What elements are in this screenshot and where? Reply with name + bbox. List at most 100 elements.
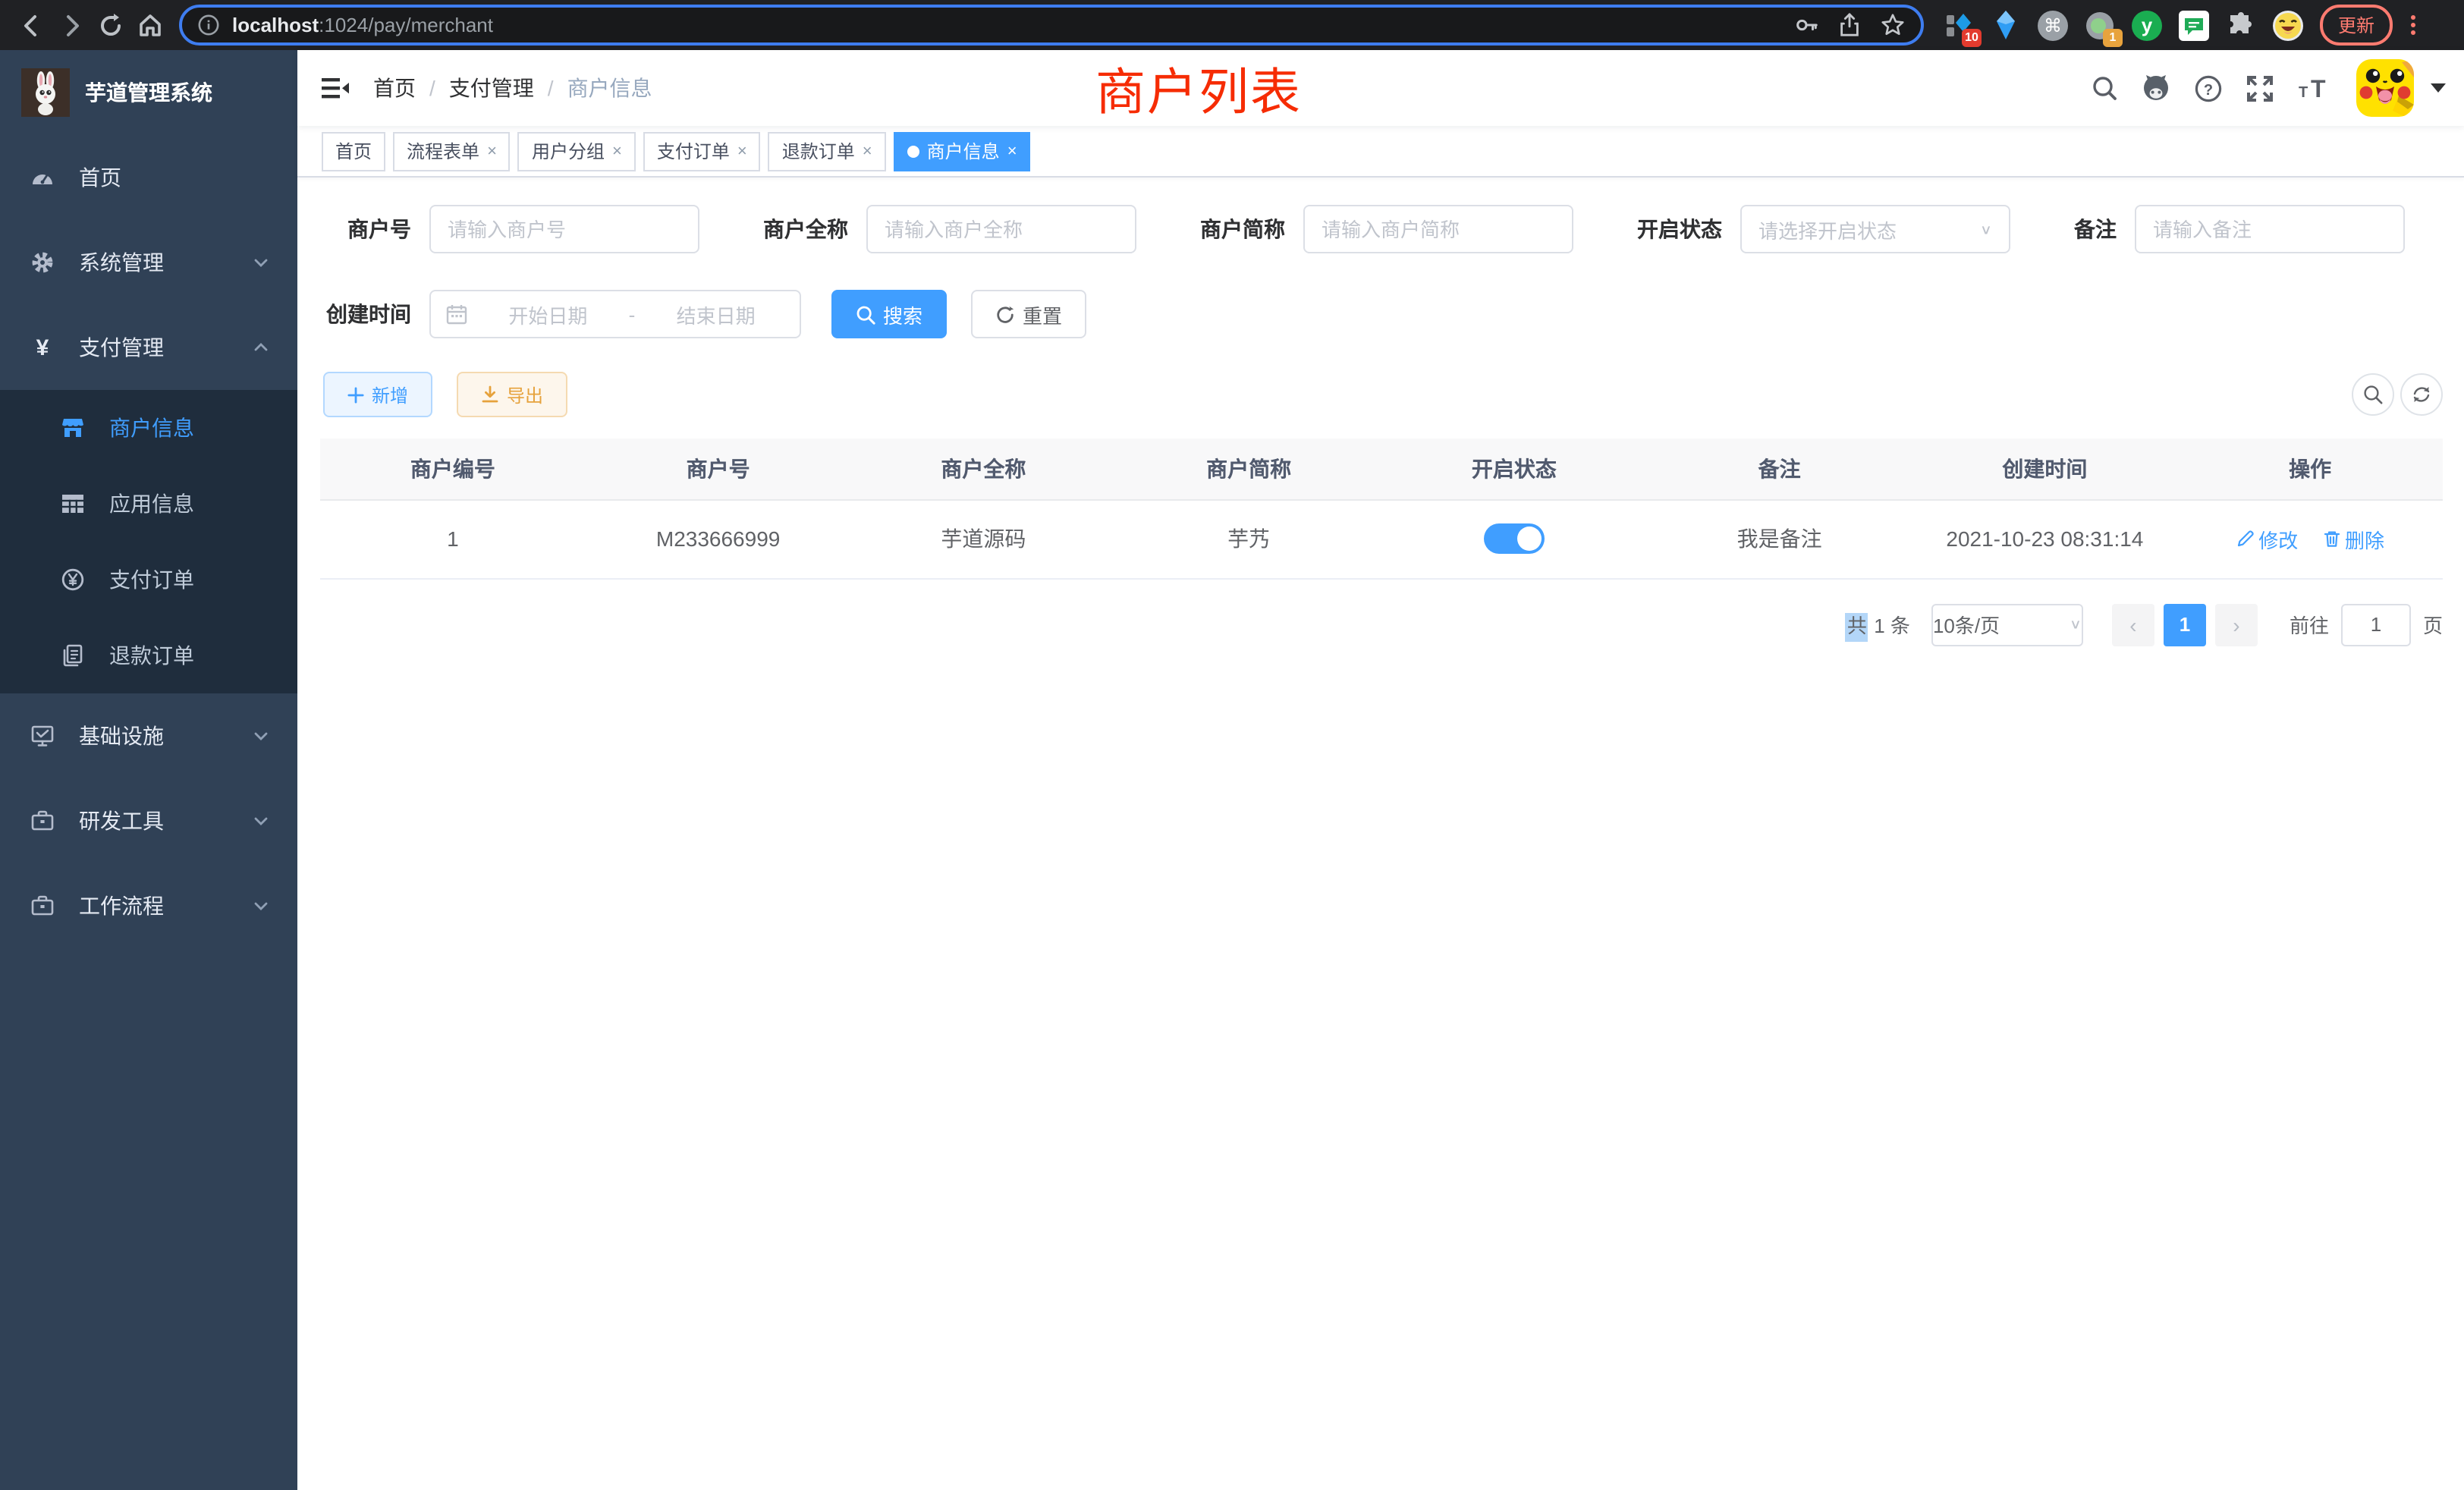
password-key-icon[interactable] [1793, 12, 1819, 38]
goto-page-input[interactable] [2341, 603, 2411, 646]
active-dot [907, 145, 919, 157]
merchant-no-input[interactable] [429, 205, 699, 253]
tag-user-group[interactable]: 用户分组× [518, 131, 636, 171]
cell-merchant-no: M233666999 [586, 499, 851, 578]
address-bar[interactable]: localhost:1024/pay/merchant [179, 5, 1924, 46]
sidebar-item-home[interactable]: 首页 [0, 135, 297, 220]
sidebar-item-workflow[interactable]: 工作流程 [0, 863, 297, 948]
filter-row-1: 商户号 商户全称 商户简称 开启状态 请选择开启状态 [320, 205, 2443, 253]
filter-label-short-name: 商户简称 [1200, 214, 1285, 244]
sidebar-item-system[interactable]: 系统管理 [0, 220, 297, 305]
page-1-button[interactable]: 1 [2164, 603, 2206, 646]
sidebar-item-merchant-info[interactable]: 商户信息 [0, 390, 297, 466]
sidebar-item-dev-tools[interactable]: 研发工具 [0, 778, 297, 863]
tag-refund-order[interactable]: 退款订单× [768, 131, 886, 171]
sidebar-item-pay-order[interactable]: 支付订单 [0, 542, 297, 618]
export-button[interactable]: 导出 [457, 372, 567, 417]
browser-update-button[interactable]: 更新 [2320, 5, 2393, 46]
sidebar-item-app-info[interactable]: 应用信息 [0, 466, 297, 542]
sidebar-logo[interactable]: 芋道管理系统 [0, 50, 297, 135]
y-glyph: y [2142, 14, 2152, 36]
svg-text:T: T [2299, 84, 2308, 101]
browser-toolbar: localhost:1024/pay/merchant 10 ⌘ 1 [0, 0, 2464, 50]
refresh-icon [995, 304, 1015, 324]
reset-button[interactable]: 重置 [971, 290, 1086, 338]
table-header-row: 商户编号 商户号 商户全称 商户简称 开启状态 备注 创建时间 操作 [320, 439, 2443, 499]
sidebar-item-label: 首页 [79, 162, 121, 193]
share-icon[interactable] [1837, 12, 1862, 38]
chevron-down-icon [252, 253, 270, 272]
sidebar-item-payment[interactable]: ¥ 支付管理 [0, 305, 297, 390]
site-info-icon[interactable] [197, 14, 220, 36]
user-avatar[interactable] [2356, 59, 2414, 117]
font-size-icon[interactable]: TT [2297, 73, 2334, 103]
sidebar-item-infrastructure[interactable]: 基础设施 [0, 693, 297, 778]
briefcase-icon [30, 894, 55, 918]
browser-back-icon[interactable] [12, 5, 52, 45]
browser-reload-icon[interactable] [91, 5, 130, 45]
tag-merchant-info[interactable]: 商户信息× [894, 131, 1031, 171]
extension-icons: 10 ⌘ 1 y [1942, 8, 2305, 42]
breadcrumb-home[interactable]: 首页 [373, 73, 416, 103]
ext-chat-icon[interactable] [2177, 8, 2211, 42]
github-icon[interactable] [2141, 73, 2171, 103]
close-icon[interactable]: × [612, 142, 622, 160]
extensions-puzzle-icon[interactable] [2224, 8, 2258, 42]
refresh-table-button[interactable] [2400, 373, 2443, 416]
ext-recorder-icon[interactable]: 1 [2083, 8, 2117, 42]
next-page-button[interactable]: › [2215, 603, 2258, 646]
sidebar-item-label: 系统管理 [79, 247, 164, 278]
tag-process-form[interactable]: 流程表单× [393, 131, 511, 171]
search-button[interactable]: 搜索 [831, 290, 947, 338]
monitor-check-icon [30, 724, 55, 748]
remark-input[interactable] [2135, 205, 2405, 253]
full-name-input[interactable] [866, 205, 1136, 253]
sidebar-item-refund-order[interactable]: 退款订单 [0, 618, 297, 693]
download-icon [481, 385, 499, 404]
pagination-total: 共 1 条 [1846, 610, 1910, 639]
search-icon [2362, 384, 2384, 405]
ext-gem-icon[interactable] [1989, 8, 2022, 42]
cell-id: 1 [320, 499, 586, 578]
col-header-actions: 操作 [2177, 439, 2443, 499]
ext-y-icon[interactable]: y [2130, 8, 2164, 42]
col-header-create-time: 创建时间 [1912, 439, 2178, 499]
browser-forward-icon[interactable] [52, 5, 91, 45]
page-unit-label: 页 [2423, 610, 2443, 639]
status-toggle[interactable] [1484, 523, 1545, 554]
edit-link[interactable]: 修改 [2236, 524, 2298, 553]
header-search-icon[interactable] [2091, 74, 2118, 102]
app-title: 芋道管理系统 [85, 77, 212, 108]
help-icon[interactable]: ? [2194, 74, 2223, 102]
page-content: 商户号 商户全称 商户简称 开启状态 请选择开启状态 [297, 178, 2464, 646]
ext-layout-icon[interactable]: 10 [1942, 8, 1975, 42]
add-button[interactable]: 新增 [323, 372, 432, 417]
browser-home-icon[interactable] [130, 5, 170, 45]
short-name-input[interactable] [1303, 205, 1573, 253]
show-search-toggle-button[interactable] [2352, 373, 2394, 416]
browser-menu-icon[interactable] [2402, 15, 2423, 35]
bookmark-star-icon[interactable] [1880, 12, 1906, 38]
prev-page-button[interactable]: ‹ [2112, 603, 2154, 646]
breadcrumb-payment[interactable]: 支付管理 [449, 73, 534, 103]
tag-pay-order[interactable]: 支付订单× [643, 131, 761, 171]
close-icon[interactable]: × [737, 142, 747, 160]
cell-actions: 修改 删除 [2177, 499, 2443, 578]
delete-link[interactable]: 删除 [2322, 524, 2384, 553]
browser-profile-avatar[interactable] [2271, 8, 2305, 42]
filter-label-full-name: 商户全称 [763, 214, 848, 244]
shop-icon [61, 416, 85, 440]
ext-command-icon[interactable]: ⌘ [2036, 8, 2070, 42]
tag-home[interactable]: 首页 [322, 131, 385, 171]
page-size-select[interactable]: 10条/页 ∨ [1931, 603, 2083, 646]
fullscreen-icon[interactable] [2246, 74, 2274, 102]
status-select[interactable]: 请选择开启状态 ∨ [1740, 205, 2010, 253]
close-icon[interactable]: × [1007, 142, 1017, 160]
close-icon[interactable]: × [487, 142, 497, 160]
avatar-caret-icon[interactable] [2431, 83, 2446, 93]
cell-full-name: 芋道源码 [851, 499, 1117, 578]
chevron-down-icon [252, 812, 270, 830]
sidebar-collapse-icon[interactable] [297, 73, 373, 103]
close-icon[interactable]: × [863, 142, 872, 160]
create-time-range-picker[interactable]: 开始日期 - 结束日期 [429, 290, 801, 338]
